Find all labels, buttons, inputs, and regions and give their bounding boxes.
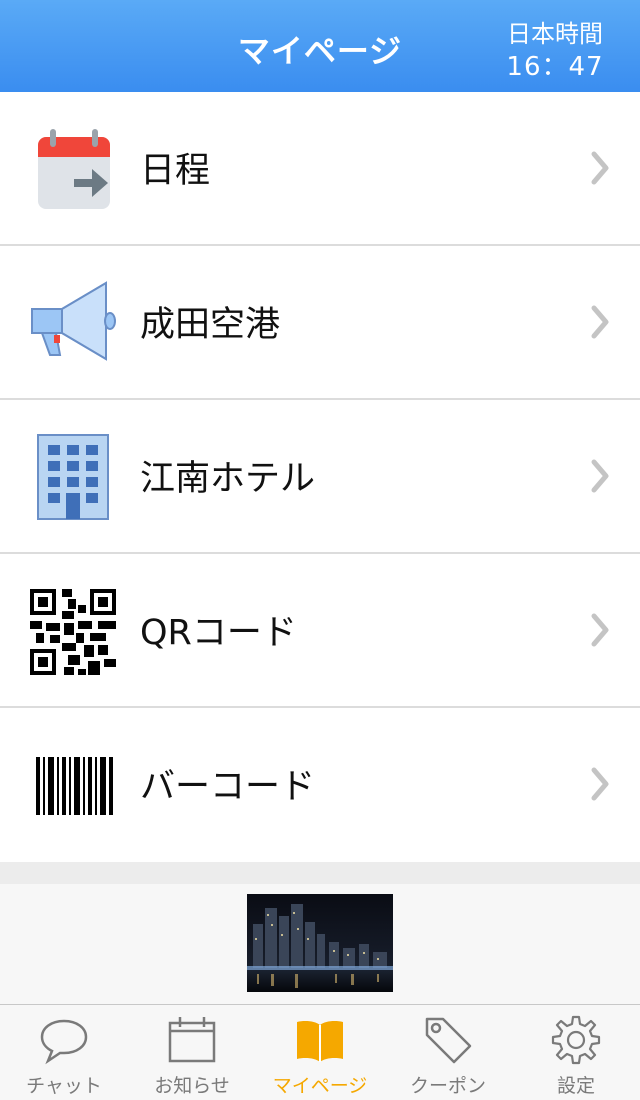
tab-notices[interactable]: お知らせ (128, 1005, 256, 1100)
menu-item-narita-airport[interactable]: 成田空港 (0, 246, 640, 400)
clock-time: 16：47 (506, 52, 604, 82)
tab-label-settings: 設定 (556, 1075, 595, 1097)
menu-item-hotel[interactable]: 江南ホテル (0, 400, 640, 554)
night-city-banner-image[interactable] (247, 894, 393, 992)
tab-label-notices: お知らせ (154, 1075, 230, 1097)
barcode-icon (36, 757, 113, 815)
menu-item-qr-code[interactable]: QRコード (0, 554, 640, 708)
tag-icon (425, 1017, 472, 1064)
tab-label-mypage: マイページ (272, 1075, 368, 1097)
chevron-right-icon (591, 151, 609, 185)
gear-icon (551, 1015, 601, 1065)
menu-label-barcode: バーコード (140, 767, 316, 807)
menu-label-qr-code: QRコード (140, 613, 297, 653)
chat-bubble-icon (40, 1019, 88, 1065)
tab-chat[interactable]: チャット (0, 1005, 128, 1100)
mypage-menu-list: 日程 成田空港 江南ホテル QRコード バーコード (0, 92, 640, 862)
book-icon (297, 1021, 343, 1062)
menu-label-narita-airport: 成田空港 (140, 305, 281, 345)
menu-item-barcode[interactable]: バーコード (0, 708, 640, 862)
menu-label-hotel: 江南ホテル (140, 459, 316, 499)
tab-settings[interactable]: 設定 (512, 1005, 640, 1100)
chevron-right-icon (591, 305, 609, 339)
chevron-right-icon (591, 613, 609, 647)
megaphone-icon (31, 281, 116, 361)
japan-time-clock: 日本時間 16：47 (500, 18, 610, 84)
bottom-tab-bar: チャット お知らせ マイページ クーポン 設定 (0, 1004, 640, 1100)
section-separator (0, 862, 640, 884)
tab-coupon[interactable]: クーポン (384, 1005, 512, 1100)
clock-label: 日本時間 (507, 20, 603, 48)
qr-code-icon (30, 589, 116, 675)
tab-mypage[interactable]: マイページ (256, 1005, 384, 1100)
building-icon (37, 434, 109, 520)
chevron-right-icon (591, 767, 609, 801)
menu-label-schedule: 日程 (140, 151, 211, 191)
ad-banner-area (0, 884, 640, 1004)
header-bar: マイページ 日本時間 16：47 (0, 0, 640, 92)
calendar-icon (168, 1017, 216, 1063)
menu-item-schedule[interactable]: 日程 (0, 92, 640, 246)
tab-label-chat: チャット (26, 1075, 102, 1097)
tab-label-coupon: クーポン (409, 1075, 486, 1097)
chevron-right-icon (591, 459, 609, 493)
calendar-arrow-icon (38, 129, 110, 209)
